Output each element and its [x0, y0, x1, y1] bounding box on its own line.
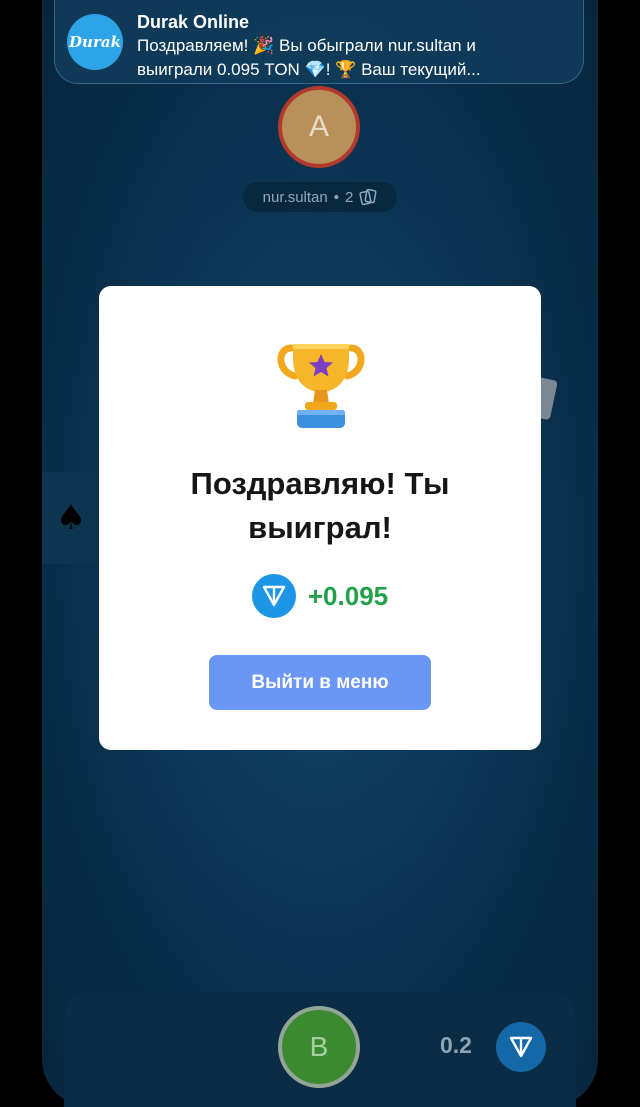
victory-dialog: Поздравляю! Ты выиграл! +0.095 Выйти в м…: [99, 286, 541, 750]
game-screen: ♠ A nur.sultan • 2 B 0.2 Durak Durak Onl…: [0, 0, 640, 1107]
victory-title: Поздравляю! Ты выиграл!: [190, 466, 450, 545]
ton-coin-icon: [251, 574, 296, 618]
exit-to-menu-button[interactable]: Выйти в меню: [209, 655, 431, 710]
reward-row: +0.095: [99, 574, 541, 618]
reward-amount: +0.095: [307, 580, 389, 611]
trophy-icon: [277, 344, 365, 428]
